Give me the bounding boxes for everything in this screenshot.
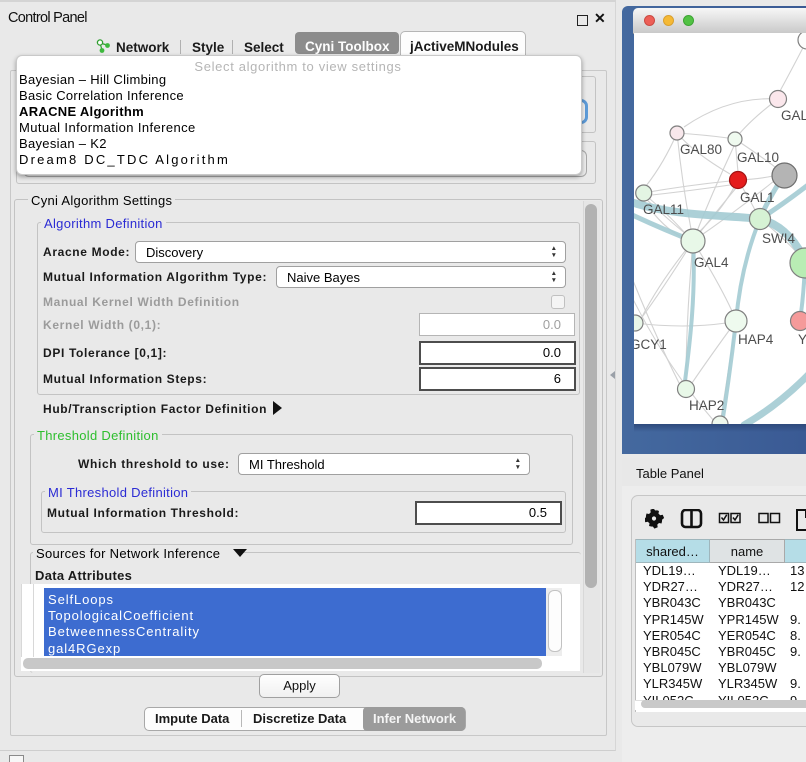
svg-text:GAL1: GAL1: [740, 190, 775, 205]
svg-text:GAL2: GAL2: [781, 108, 806, 123]
svg-text:SWI4: SWI4: [762, 231, 795, 246]
svg-text:GAL10: GAL10: [737, 150, 779, 165]
svg-text:HAP4: HAP4: [738, 332, 774, 347]
svg-text:GAL4: GAL4: [694, 255, 729, 270]
svg-text:GAL11: GAL11: [643, 202, 684, 217]
svg-text:Y: Y: [798, 332, 806, 347]
svg-text:HAP2: HAP2: [689, 398, 724, 413]
svg-text:GCY1: GCY1: [634, 337, 667, 352]
svg-text:GAL80: GAL80: [680, 142, 722, 157]
